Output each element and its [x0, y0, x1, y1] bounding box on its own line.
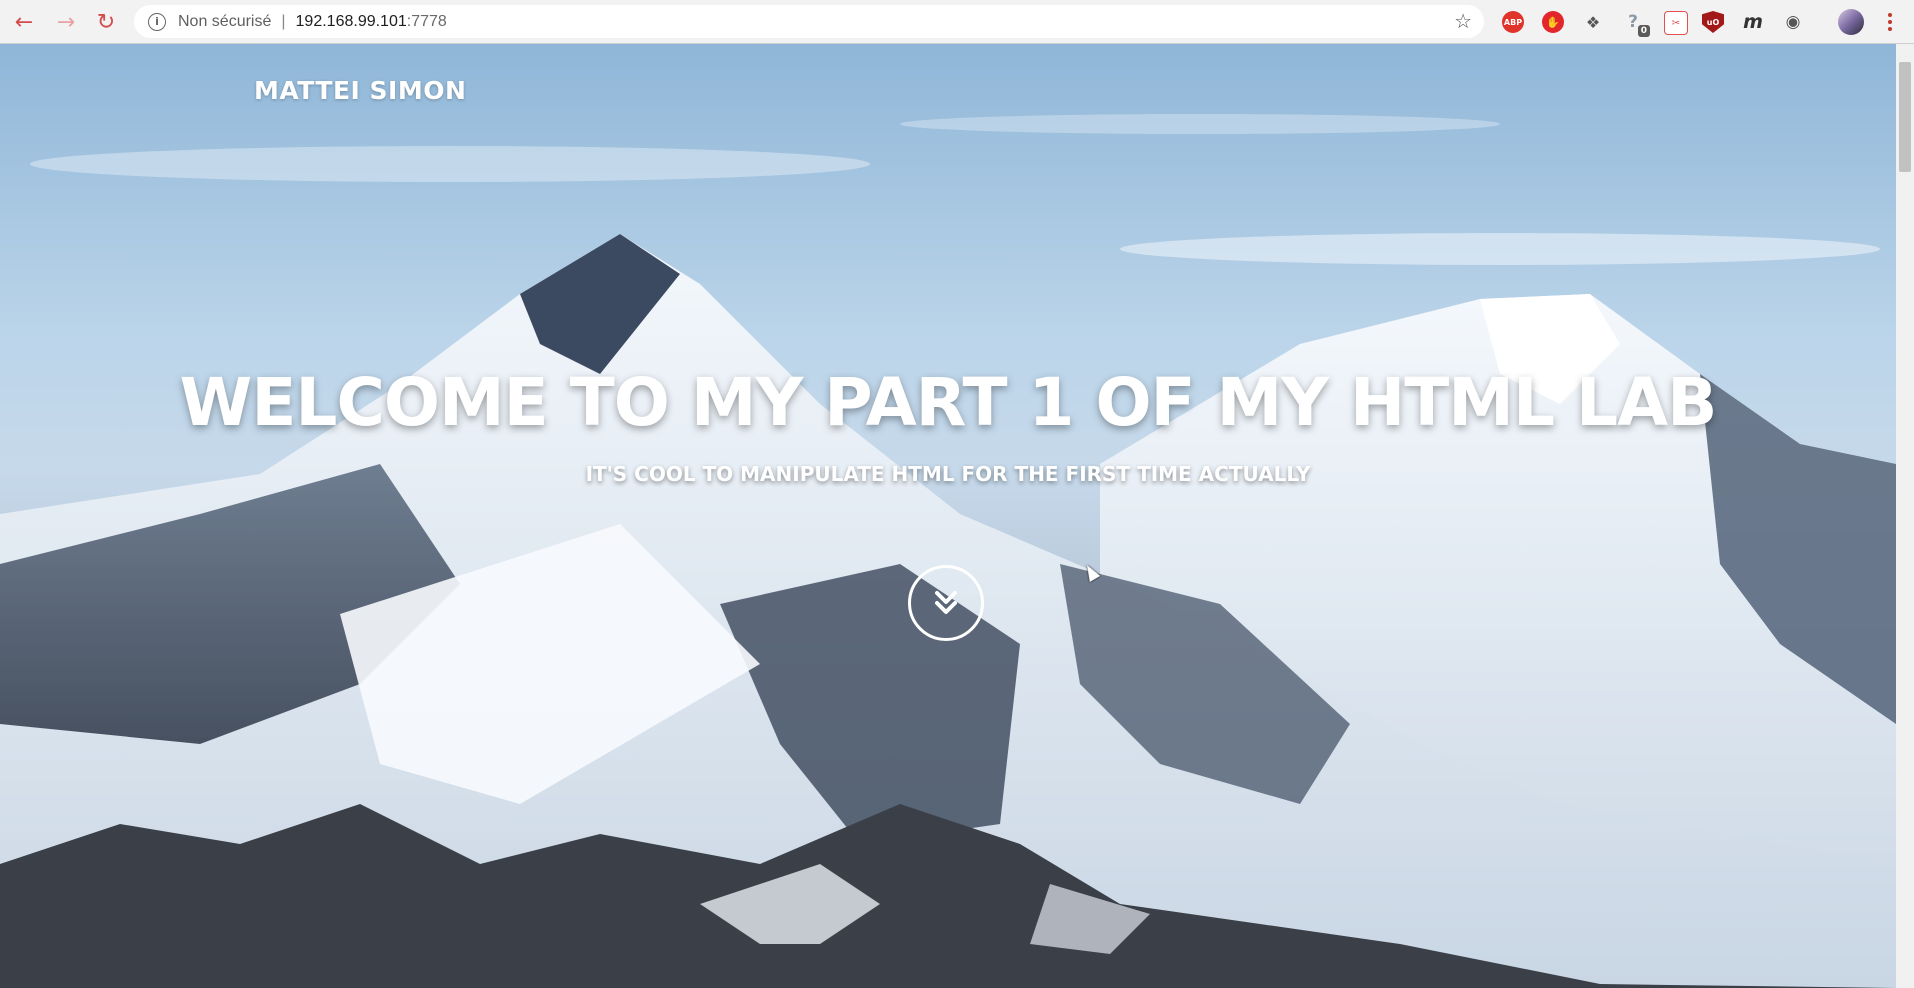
clipper-extension-icon[interactable]: ✂ [1664, 11, 1688, 35]
hero-section: MATTEI SIMON WELCOME TO MY PART 1 OF MY … [0, 44, 1896, 988]
security-label: Non sécurisé [178, 12, 272, 30]
hero-title: WELCOME TO MY PART 1 OF MY HTML LAB [179, 364, 1718, 441]
arrow-left-icon: ← [14, 9, 34, 35]
ublock-origin-label: uO [1706, 17, 1720, 27]
url-port: :7778 [406, 12, 447, 30]
extension-badge: 0 [1637, 25, 1650, 37]
page-viewport: MATTEI SIMON WELCOME TO MY PART 1 OF MY … [0, 44, 1914, 988]
scrollbar-thumb[interactable] [1899, 62, 1911, 172]
double-chevron-down-icon [935, 591, 957, 614]
reload-button[interactable]: ↻ [92, 8, 120, 36]
hero-subtitle: IT'S COOL TO MANIPULATE HTML FOR THE FIR… [585, 462, 1311, 486]
adblock-plus-label: ABP [1503, 17, 1523, 27]
page-scrollbar[interactable] [1896, 44, 1914, 988]
reload-icon: ↻ [96, 9, 116, 35]
url-host: 192.168.99.101 [295, 12, 407, 30]
adblock-plus-icon[interactable]: ABP [1502, 11, 1524, 33]
help-extension-label: ? [1628, 12, 1638, 32]
ublock-origin-icon[interactable]: uO [1702, 11, 1724, 33]
incognito-extension-icon[interactable]: ◉ [1782, 11, 1804, 33]
profile-avatar[interactable] [1838, 9, 1864, 35]
site-brand[interactable]: MATTEI SIMON [254, 76, 466, 105]
scroll-down-button[interactable] [908, 565, 984, 641]
address-separator: | [281, 12, 286, 30]
help-extension-icon[interactable]: ? 0 [1622, 11, 1650, 37]
m-extension-icon[interactable]: m [1742, 11, 1764, 33]
mountain-background-image [0, 114, 1896, 988]
address-bar[interactable]: i Non sécurisé | 192.168.99.101:7778 ☆ [134, 5, 1484, 38]
bookmark-star-icon[interactable]: ☆ [1454, 9, 1472, 33]
forward-button[interactable]: → [52, 8, 80, 36]
arrow-right-icon: → [56, 9, 76, 35]
browser-toolbar: ← → ↻ i Non sécurisé | 192.168.99.101:77… [0, 0, 1914, 44]
back-button[interactable]: ← [10, 8, 38, 36]
m-extension-label: m [1743, 11, 1763, 33]
browser-menu-button[interactable] [1880, 8, 1900, 36]
red-stop-extension-icon[interactable]: ✋ [1542, 11, 1564, 33]
puzzle-extension-icon[interactable]: ❖ [1582, 11, 1604, 33]
info-icon[interactable]: i [148, 12, 166, 31]
